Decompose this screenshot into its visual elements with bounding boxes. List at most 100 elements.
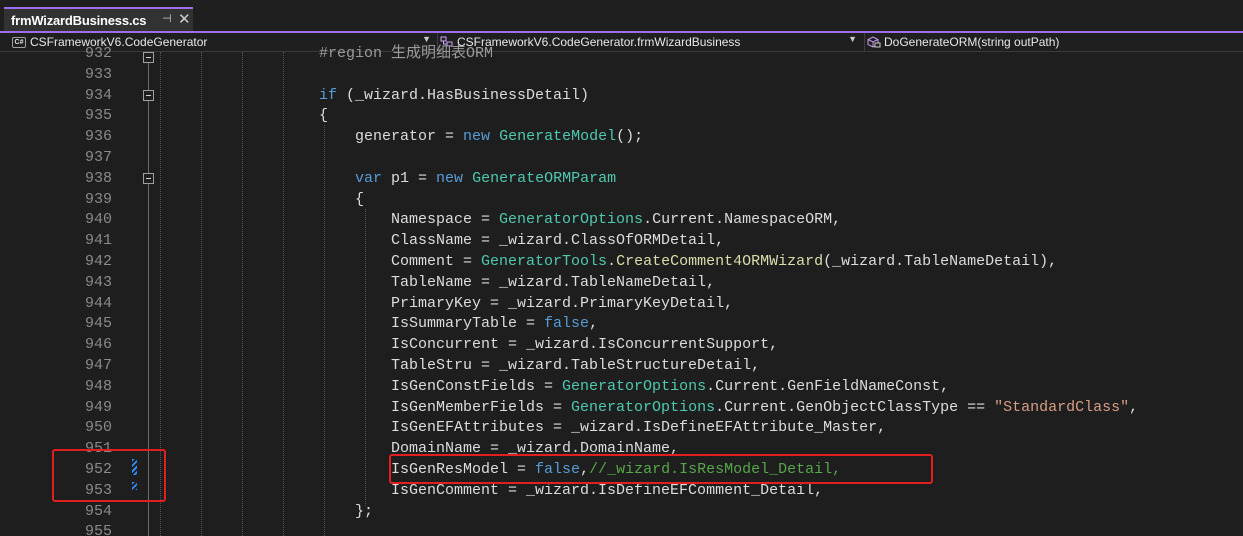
document-tab-strip: frmWizardBusiness.cs ⊣ ✕: [0, 0, 1243, 31]
code-line[interactable]: {: [319, 106, 328, 127]
code-token: GenerateModel: [499, 128, 617, 146]
code-line[interactable]: ClassName = _wizard.ClassOfORMDetail,: [319, 231, 724, 252]
code-line[interactable]: };: [319, 502, 373, 523]
code-token: };: [319, 502, 374, 520]
line-number: 947: [84, 357, 112, 374]
code-token: IsGenMemberFields =: [319, 398, 572, 416]
line-number-highlight-box: [52, 449, 166, 502]
line-number: 937: [84, 149, 112, 166]
code-token: IsGenComment = _wizard.IsDefineEFComment…: [319, 481, 824, 499]
code-token: IsGenConstFields =: [319, 377, 563, 395]
line-number: 945: [84, 315, 112, 333]
code-token: .Current.GenFieldNameConst,: [706, 377, 950, 395]
code-token: Namespace =: [319, 211, 500, 229]
code-token: GeneratorOptions: [571, 398, 716, 416]
line-number: 949: [84, 398, 112, 416]
close-icon[interactable]: ✕: [178, 10, 191, 28]
line-number: 950: [84, 419, 112, 437]
code-token: var: [355, 169, 383, 187]
code-token: Comment =: [319, 253, 482, 270]
code-line[interactable]: Namespace = GeneratorOptions.Current.Nam…: [319, 210, 841, 231]
line-number: 936: [84, 128, 112, 146]
code-line[interactable]: TableStru = _wizard.TableStructureDetail…: [319, 356, 760, 377]
line-number: 938: [84, 169, 112, 187]
member-dropdown-label: DoGenerateORM(string outPath): [884, 35, 1060, 49]
line-number: 932: [84, 45, 112, 62]
member-dropdown[interactable]: DoGenerateORM(string outPath): [867, 33, 1243, 51]
code-highlight-box: [389, 454, 933, 484]
code-token: generator =: [319, 128, 464, 146]
code-token: IsSummaryTable =: [319, 315, 545, 333]
code-token: ,: [1129, 398, 1139, 416]
line-number: 955: [84, 523, 112, 536]
document-tab[interactable]: frmWizardBusiness.cs ⊣ ✕: [4, 7, 193, 31]
code-token: (_wizard.HasBusinessDetail): [337, 86, 590, 104]
code-line[interactable]: var p1 = new GenerateORMParam: [319, 169, 616, 190]
code-token: ();: [616, 128, 644, 146]
code-token: #region 生成明细表ORM: [319, 45, 494, 62]
code-editor[interactable]: 932 933 934 935 936 937 938 939 940 941 942 943 944 9…: [0, 45, 1243, 536]
code-token: .Current.GenObjectClassType ==: [715, 398, 995, 416]
line-number: 933: [84, 65, 112, 83]
line-number: 946: [84, 336, 112, 354]
code-token: CreateComment4ORMWizard: [616, 253, 824, 270]
code-token: false: [544, 315, 590, 333]
line-number: 935: [84, 107, 112, 125]
navigation-bar: C# CSFrameworkV6.CodeGenerator ▼ CSFrame…: [0, 33, 1243, 52]
line-number: 939: [84, 190, 112, 208]
code-token: {: [319, 107, 329, 125]
code-line[interactable]: IsSummaryTable = false,: [319, 314, 598, 335]
code-token: .: [607, 253, 617, 270]
line-number: 942: [84, 253, 112, 270]
code-line[interactable]: TableName = _wizard.TableNameDetail,: [319, 273, 715, 294]
code-line[interactable]: generator = new GenerateModel();: [319, 127, 643, 148]
code-token: TableStru = _wizard.TableStructureDetail…: [319, 357, 761, 374]
class-dropdown[interactable]: CSFrameworkV6.CodeGenerator.frmWizardBus…: [440, 33, 861, 51]
code-token: PrimaryKey = _wizard.PrimaryKeyDetail,: [319, 294, 734, 312]
nav-divider: [864, 33, 865, 52]
code-line[interactable]: #region 生成明细表ORM: [319, 44, 493, 65]
code-token: GeneratorTools: [481, 253, 608, 270]
line-number: 954: [84, 502, 112, 520]
code-token: p1 =: [382, 169, 437, 187]
code-line[interactable]: {: [319, 190, 364, 211]
collapse-icon[interactable]: [143, 52, 154, 63]
chevron-down-icon: ▼: [422, 34, 431, 44]
code-token: new: [463, 128, 491, 146]
code-token: GeneratorOptions: [562, 377, 707, 395]
code-token: "StandardClass": [994, 398, 1130, 416]
code-line[interactable]: Comment = GeneratorTools.CreateComment4O…: [319, 252, 1057, 273]
method-icon: [867, 36, 881, 48]
code-line[interactable]: IsConcurrent = _wizard.IsConcurrentSuppo…: [319, 335, 778, 356]
code-token: GenerateORMParam: [472, 169, 617, 187]
code-token: IsGenEFAttributes = _wizard.IsDefineEFAt…: [319, 419, 887, 437]
line-number: 944: [84, 294, 112, 312]
class-dropdown-label: CSFrameworkV6.CodeGenerator.frmWizardBus…: [457, 35, 741, 49]
code-line[interactable]: if (_wizard.HasBusinessDetail): [319, 86, 589, 107]
code-token: GeneratorOptions: [499, 211, 644, 229]
chevron-down-icon: ▼: [848, 34, 857, 44]
code-token: TableName = _wizard.TableNameDetail,: [319, 273, 716, 291]
code-token: {: [319, 190, 365, 208]
code-token: .Current.NamespaceORM,: [643, 211, 842, 229]
document-tab-title: frmWizardBusiness.cs: [11, 12, 147, 28]
code-token: new: [436, 169, 464, 187]
csharp-project-icon: C#: [12, 36, 26, 48]
line-number: 943: [84, 273, 112, 291]
code-line[interactable]: IsGenMemberFields = GeneratorOptions.Cur…: [319, 398, 1138, 419]
indent-guide: [201, 52, 202, 536]
indent-guide: [242, 52, 243, 536]
collapse-icon[interactable]: [143, 173, 154, 184]
code-line[interactable]: IsGenEFAttributes = _wizard.IsDefineEFAt…: [319, 418, 886, 439]
collapse-icon[interactable]: [143, 90, 154, 101]
pin-icon[interactable]: ⊣: [162, 12, 172, 25]
indent-guide: [283, 52, 284, 536]
line-number: 941: [84, 232, 112, 250]
code-line[interactable]: IsGenConstFields = GeneratorOptions.Curr…: [319, 377, 949, 398]
code-line[interactable]: PrimaryKey = _wizard.PrimaryKeyDetail,: [319, 294, 733, 315]
code-token: ,: [589, 315, 599, 333]
code-token: if: [319, 86, 338, 104]
code-token: IsConcurrent = _wizard.IsConcurrentSuppo…: [319, 336, 779, 354]
